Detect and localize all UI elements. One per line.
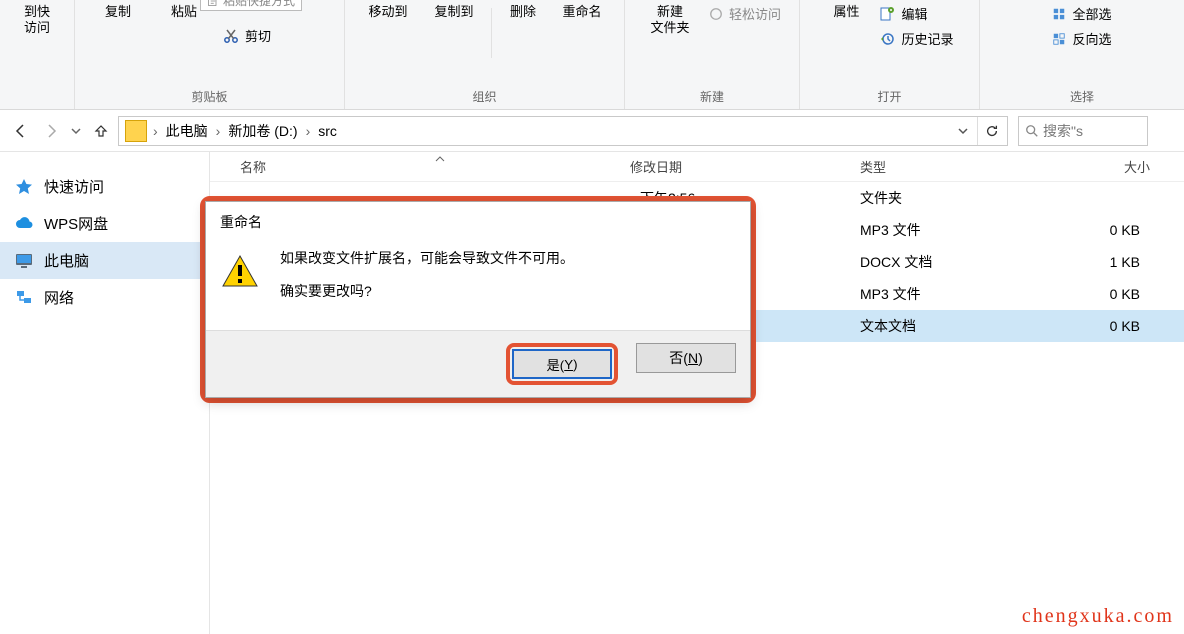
ribbon-group-clipboard-label: 剪贴板 (191, 85, 227, 109)
forward-button[interactable] (38, 118, 64, 144)
address-bar[interactable]: › 此电脑 › 新加卷 (D:) › src (118, 116, 1008, 146)
sort-asc-icon (435, 156, 445, 162)
pin-quickaccess-button[interactable]: 到快访问 (2, 2, 72, 37)
rename-button[interactable]: 重命名 (552, 2, 612, 22)
ribbon-group-label (35, 88, 38, 109)
ribbon-group-open-label: 打开 (877, 85, 901, 109)
network-icon (14, 288, 34, 308)
col-name[interactable]: 名称 (210, 157, 620, 176)
history-icon (879, 31, 895, 47)
invert-icon (1052, 32, 1066, 46)
ribbon-group-organize-label: 组织 (472, 85, 496, 109)
search-input[interactable]: 搜索"s (1018, 116, 1148, 146)
warning-icon (220, 252, 260, 292)
ribbon-group-new-label: 新建 (700, 85, 724, 109)
rename-dialog-highlight: 重命名 如果改变文件扩展名，可能会导致文件不可用。 确实要更改吗? 是(Y) (200, 196, 756, 403)
easy-access-button[interactable]: 轻松访问 (705, 2, 785, 25)
ribbon-group-select-label: 选择 (1070, 85, 1094, 109)
cut-button[interactable]: 剪切 (219, 24, 275, 47)
star-icon (14, 177, 34, 197)
col-date[interactable]: 修改日期 (620, 157, 850, 176)
edit-button[interactable]: 编辑 (875, 2, 957, 25)
history-button[interactable]: 历史记录 (875, 27, 957, 50)
delete-button[interactable]: 删除 (498, 2, 548, 22)
breadcrumb-thispc[interactable]: 此电脑 (160, 117, 214, 145)
chevron-right-icon[interactable]: › (304, 123, 313, 139)
refresh-button[interactable] (977, 117, 1005, 145)
chevron-right-icon[interactable]: › (151, 123, 160, 139)
back-button[interactable] (8, 118, 34, 144)
column-headers: 名称 修改日期 类型 大小 (210, 152, 1184, 182)
breadcrumb-folder[interactable]: src (312, 117, 343, 145)
nav-wps[interactable]: WPS网盘 (0, 205, 209, 242)
up-button[interactable] (88, 118, 114, 144)
address-bar-row: › 此电脑 › 新加卷 (D:) › src 搜索"s (0, 110, 1184, 152)
no-button[interactable]: 否(N) (636, 343, 736, 373)
dialog-title: 重命名 (206, 202, 750, 238)
selectall-button[interactable]: 全部选 (1048, 2, 1115, 25)
scissors-icon (223, 28, 239, 44)
invertselect-button[interactable]: 反向选 (1048, 27, 1115, 50)
yes-button-highlight: 是(Y) (506, 343, 618, 385)
copyto-button[interactable]: 复制到 (423, 2, 485, 22)
monitor-icon (14, 251, 34, 271)
nav-thispc[interactable]: 此电脑 (0, 242, 209, 279)
properties-button[interactable]: 属性 (821, 2, 871, 22)
copy-button[interactable]: 复制 (87, 2, 149, 22)
moveto-button[interactable]: 移动到 (357, 2, 419, 22)
navigation-pane: 快速访问 WPS网盘 此电脑 网络 (0, 152, 210, 634)
dialog-message: 如果改变文件扩展名，可能会导致文件不可用。 确实要更改吗? (280, 246, 574, 312)
cloud-icon (14, 214, 34, 234)
recent-dropdown[interactable] (68, 118, 84, 144)
easyaccess-icon (709, 7, 723, 21)
selectall-icon (1052, 7, 1066, 21)
breadcrumb-drive[interactable]: 新加卷 (D:) (222, 117, 303, 145)
chevron-right-icon[interactable]: › (214, 123, 223, 139)
paste-shortcut-cutoff: 粘贴快捷方式 (200, 0, 302, 11)
rename-dialog: 重命名 如果改变文件扩展名，可能会导致文件不可用。 确实要更改吗? 是(Y) (205, 201, 751, 398)
watermark: chengxuka.com (1022, 605, 1174, 628)
nav-quickaccess[interactable]: 快速访问 (0, 168, 209, 205)
col-size[interactable]: 大小 (1040, 157, 1160, 176)
nav-network[interactable]: 网络 (0, 279, 209, 316)
yes-button[interactable]: 是(Y) (512, 349, 612, 379)
col-type[interactable]: 类型 (850, 157, 1040, 176)
folder-icon (125, 120, 147, 142)
address-dropdown[interactable] (949, 117, 977, 145)
ribbon: 粘贴快捷方式 到快访问 复制 粘贴 剪切 剪贴板 (0, 0, 1184, 110)
edit-icon (879, 6, 895, 22)
search-icon (1025, 124, 1039, 138)
newfolder-button[interactable]: 新建 文件夹 (639, 2, 701, 37)
